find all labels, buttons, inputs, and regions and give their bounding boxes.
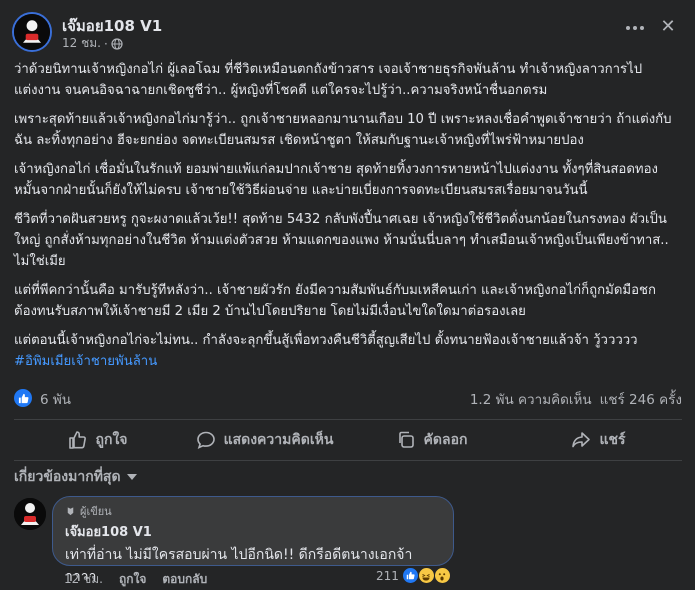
comment-time[interactable]: 12 ชม.: [64, 570, 103, 589]
haha-icon: [417, 567, 435, 584]
comment-bubble: ผู้เขียน เจ๊มอย108 V1 เท่าที่อ่าน ไม่มีใ…: [52, 496, 454, 585]
like-icon: [68, 431, 86, 449]
comment-reaction-count: 211: [376, 568, 399, 583]
action-bar: ถูกใจ แสดงความคิดเห็น คัดลอก แชร์: [14, 420, 682, 460]
comment-filter-label: เกี่ยวข้องมากที่สุด: [14, 469, 121, 485]
post-body: ว่าด้วยนิทานเจ้าหญิงกอไก่ ผู้เลอโฉม ที่ช…: [14, 59, 682, 372]
post-paragraph: เจ้าหญิงกอไก่ เชื่อมั่นในรักแท้ ยอมพ่ายแ…: [14, 162, 658, 198]
author-badge: ผู้เขียน: [65, 504, 441, 518]
author-badge-label: ผู้เขียน: [80, 505, 112, 518]
globe-icon: [111, 37, 123, 50]
commenter-name[interactable]: เจ๊มอย108 V1: [65, 521, 441, 542]
post-header: เจ๊มอย108 V1 12 ชม. · ✕: [12, 10, 683, 54]
post-paragraph: ว่าด้วยนิทานเจ้าหญิงกอไก่ ผู้เลอโฉม ที่ช…: [14, 62, 643, 98]
divider: [14, 460, 682, 461]
like-icon: [14, 389, 32, 407]
comment-like-button[interactable]: ถูกใจ: [119, 570, 146, 589]
post-paragraph: แต่ตอนนี้เจ้าหญิงกอไก่จะไม่ทน.. กำลังจะล…: [14, 333, 638, 348]
post-meta: 12 ชม. ·: [62, 34, 123, 53]
like-label: ถูกใจ: [95, 432, 128, 448]
share-label: แชร์: [599, 432, 626, 448]
hashtag-link[interactable]: #อิพิมเมียเจ้าชายพันล้าน: [14, 351, 682, 372]
post-stats: 6 พัน 1.2 พัน ความคิดเห็น แชร์ 246 ครั้ง: [14, 388, 682, 408]
comment-meta: 12 ชม. ถูกใจ ตอบกลับ: [64, 570, 207, 589]
close-icon[interactable]: ✕: [657, 16, 679, 38]
comment-reply-button[interactable]: ตอบกลับ: [162, 570, 207, 589]
author-avatar[interactable]: [12, 12, 52, 52]
comment-icon: [196, 431, 215, 449]
copy-icon: [398, 431, 414, 448]
post-time[interactable]: 12 ชม.: [62, 34, 101, 53]
wow-icon: [433, 567, 451, 584]
comment-count[interactable]: 1.2 พัน ความคิดเห็น: [470, 388, 592, 410]
share-icon: [572, 432, 591, 448]
chevron-down-icon: [126, 474, 137, 480]
post-paragraph: แต่ที่พีคกว่านั้นคือ มารับรู้ทีหลังว่า..…: [14, 283, 656, 319]
post-paragraph: เพราะสุดท้ายแล้วเจ้าหญิงกอไก่มารู้ว่า.. …: [14, 112, 672, 148]
like-icon: [401, 567, 419, 584]
comment-filter-dropdown[interactable]: เกี่ยวข้องมากที่สุด: [14, 466, 137, 488]
share-count[interactable]: แชร์ 246 ครั้ง: [600, 388, 682, 410]
like-button[interactable]: ถูกใจ: [14, 420, 181, 460]
post-paragraph: ชีวิตที่วาดฝันสวยหรู กูจะผงาดแล้วเว้ย!! …: [14, 212, 669, 269]
comment-label: แสดงความคิดเห็น: [223, 432, 334, 448]
comment-reactions[interactable]: 211: [376, 567, 451, 584]
like-count[interactable]: 6 พัน: [40, 388, 71, 410]
copy-button[interactable]: คัดลอก: [348, 420, 515, 460]
commenter-avatar[interactable]: [14, 498, 46, 530]
share-button[interactable]: แชร์: [515, 420, 682, 460]
comment-button[interactable]: แสดงความคิดเห็น: [181, 420, 348, 460]
copy-label: คัดลอก: [423, 432, 468, 448]
more-icon[interactable]: [623, 20, 647, 36]
author-badge-icon: [67, 506, 74, 515]
